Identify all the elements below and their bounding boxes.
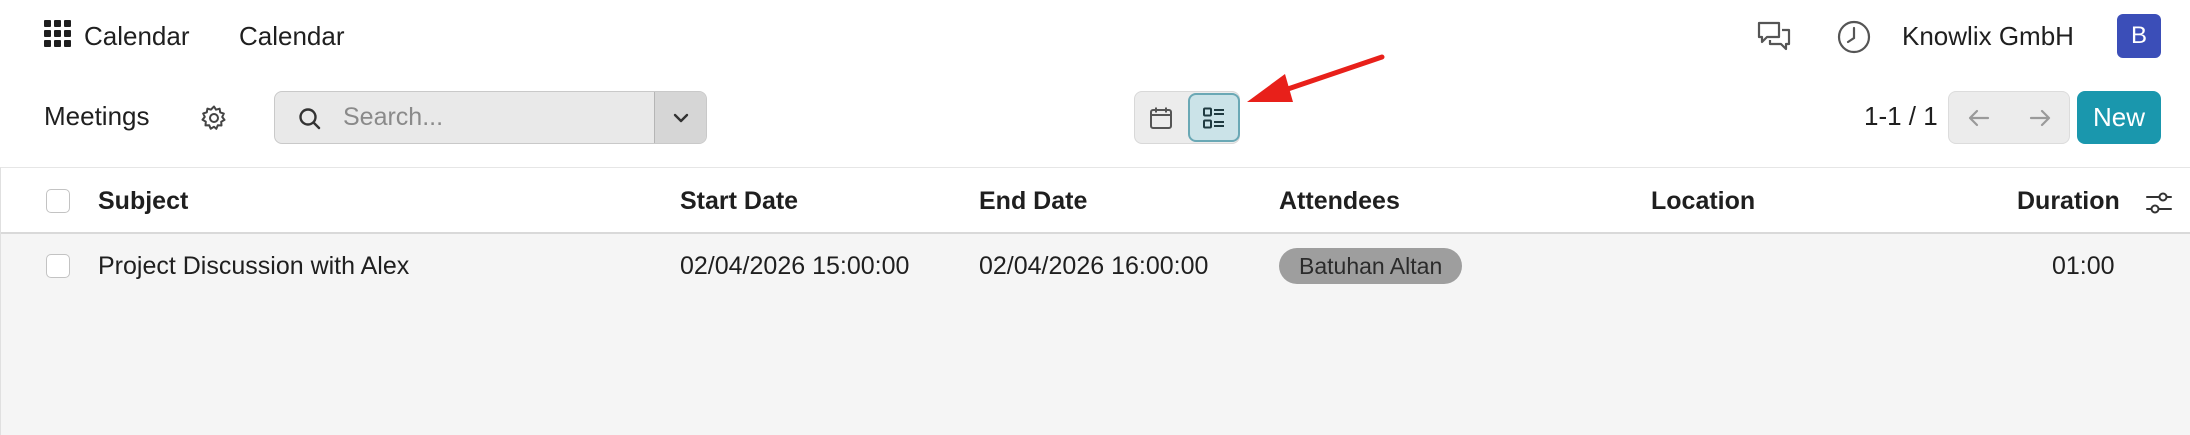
annotation-arrow xyxy=(1247,54,1385,102)
column-header-attendees[interactable]: Attendees xyxy=(1279,187,1400,216)
arrow-left-icon xyxy=(1968,109,1990,126)
top-navbar: Calendar Calendar Knowlix GmbH B xyxy=(0,0,2190,72)
pager-previous-button[interactable] xyxy=(1949,92,2009,143)
clock-icon[interactable] xyxy=(1836,19,1872,55)
apps-grid-icon[interactable] xyxy=(44,20,71,47)
calendar-icon xyxy=(1150,107,1172,129)
company-switcher[interactable]: Knowlix GmbH xyxy=(1902,21,2074,52)
list-view-button[interactable] xyxy=(1188,93,1240,142)
select-all-checkbox[interactable] xyxy=(46,189,70,213)
calendar-view-button[interactable] xyxy=(1137,94,1185,141)
page-title[interactable]: Meetings xyxy=(44,101,150,132)
cell-duration: 01:00 xyxy=(2052,252,2115,280)
gear-icon[interactable] xyxy=(200,104,228,132)
menu-item-calendar[interactable]: Calendar xyxy=(239,21,345,52)
view-switcher xyxy=(1134,91,1240,144)
pager-buttons xyxy=(1948,91,2070,144)
row-checkbox[interactable] xyxy=(46,254,70,278)
search-options-toggle[interactable] xyxy=(654,92,706,143)
search-input[interactable] xyxy=(343,92,706,143)
pager-next-button[interactable] xyxy=(2010,92,2070,143)
search-icon xyxy=(299,108,321,130)
cell-start-date: 02/04/2026 15:00:00 xyxy=(680,252,910,280)
table-row[interactable]: Project Discussion with Alex 02/04/2026 … xyxy=(1,234,2190,298)
list-view: Subject Start Date End Date Attendees Lo… xyxy=(0,167,2190,435)
column-header-end-date[interactable]: End Date xyxy=(979,187,1087,216)
user-avatar[interactable]: B xyxy=(2117,14,2161,58)
app-name[interactable]: Calendar xyxy=(84,21,190,52)
pager-value[interactable]: 1-1 / 1 xyxy=(1864,101,1938,132)
chat-icon[interactable] xyxy=(1756,20,1792,54)
table-header: Subject Start Date End Date Attendees Lo… xyxy=(1,168,2190,234)
attendee-tag[interactable]: Batuhan Altan xyxy=(1279,248,1463,284)
column-header-subject[interactable]: Subject xyxy=(98,187,188,216)
column-header-location[interactable]: Location xyxy=(1651,187,1755,216)
new-button[interactable]: New xyxy=(2077,91,2161,144)
column-header-duration[interactable]: Duration xyxy=(2017,187,2120,216)
chevron-down-icon xyxy=(673,113,688,122)
cell-end-date: 02/04/2026 16:00:00 xyxy=(979,252,1209,280)
list-view-icon xyxy=(1203,107,1224,128)
search-bar xyxy=(274,91,707,144)
arrow-right-icon xyxy=(2029,109,2051,126)
cell-subject: Project Discussion with Alex xyxy=(98,252,410,280)
optional-columns-icon[interactable] xyxy=(2145,190,2173,216)
column-header-start-date[interactable]: Start Date xyxy=(680,187,798,216)
